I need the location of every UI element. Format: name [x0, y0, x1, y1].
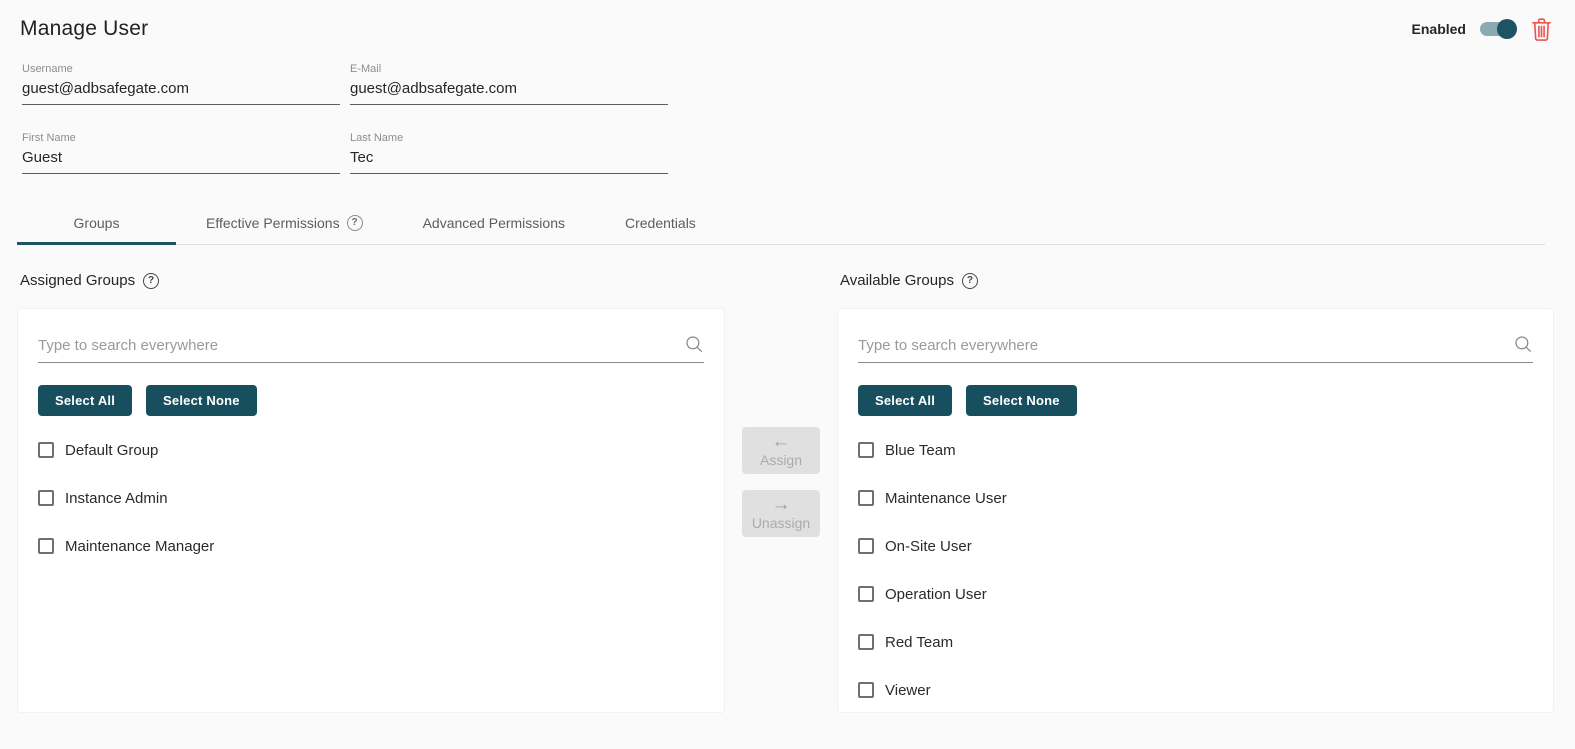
assigned-select-none-button[interactable]: Select None: [146, 385, 257, 416]
tab-credentials-label: Credentials: [625, 215, 696, 231]
checkbox-unchecked-icon[interactable]: [858, 586, 874, 602]
unassign-button-label: Unassign: [752, 515, 810, 532]
assigned-groups-column: Assigned Groups ? Select All Select None…: [17, 272, 725, 713]
page-title: Manage User: [20, 17, 148, 41]
help-icon[interactable]: ?: [962, 273, 978, 289]
tab-groups-label: Groups: [74, 215, 120, 231]
help-icon[interactable]: ?: [143, 273, 159, 289]
group-label: Blue Team: [885, 442, 956, 459]
username-label: Username: [22, 63, 340, 75]
group-row[interactable]: Red Team: [858, 618, 1533, 666]
assign-button-label: Assign: [760, 452, 802, 469]
last-name-field-group: Last Name: [350, 132, 668, 174]
group-row[interactable]: Maintenance User: [858, 474, 1533, 522]
group-row[interactable]: Operation User: [858, 570, 1533, 618]
assigned-groups-header: Assigned Groups ?: [20, 272, 725, 289]
groups-content: Assigned Groups ? Select All Select None…: [0, 245, 1575, 713]
group-row[interactable]: On-Site User: [858, 522, 1533, 570]
group-row[interactable]: Instance Admin: [38, 474, 704, 522]
available-search-row: [858, 331, 1533, 363]
available-groups-list: Blue Team Maintenance User On-Site User: [858, 426, 1533, 713]
available-groups-panel: Select All Select None Blue Team Mainten…: [837, 308, 1554, 713]
tab-advanced-permissions-label: Advanced Permissions: [423, 215, 565, 231]
trash-icon: [1530, 16, 1553, 42]
help-icon[interactable]: ?: [347, 215, 363, 231]
group-label: Default Group: [65, 442, 158, 459]
tab-bar: Groups Effective Permissions ? Advanced …: [17, 203, 1545, 245]
available-select-buttons: Select All Select None: [858, 385, 1533, 416]
available-select-all-button[interactable]: Select All: [858, 385, 952, 416]
checkbox-unchecked-icon[interactable]: [38, 538, 54, 554]
assigned-search-row: [38, 331, 704, 363]
assigned-select-all-button[interactable]: Select All: [38, 385, 132, 416]
arrow-left-icon: ←: [772, 432, 791, 451]
group-label: Maintenance Manager: [65, 538, 214, 555]
checkbox-unchecked-icon[interactable]: [858, 682, 874, 698]
group-label: Operation User: [885, 586, 987, 603]
unassign-button[interactable]: → Unassign: [742, 490, 820, 537]
first-name-field-group: First Name: [22, 132, 340, 174]
enabled-label: Enabled: [1412, 21, 1466, 37]
search-icon: [685, 335, 704, 354]
email-label: E-Mail: [350, 63, 668, 75]
checkbox-unchecked-icon[interactable]: [858, 442, 874, 458]
first-name-input[interactable]: [22, 147, 340, 174]
transfer-actions-column: ← Assign → Unassign: [725, 272, 837, 713]
assigned-groups-title: Assigned Groups: [20, 272, 135, 289]
group-label: Red Team: [885, 634, 953, 651]
checkbox-unchecked-icon[interactable]: [858, 538, 874, 554]
assigned-groups-list: Default Group Instance Admin Maintenance…: [38, 426, 704, 570]
available-search-input[interactable]: [858, 337, 1514, 354]
last-name-input[interactable]: [350, 147, 668, 174]
group-label: Maintenance User: [885, 490, 1007, 507]
group-row[interactable]: Viewer: [858, 666, 1533, 713]
tab-credentials[interactable]: Credentials: [595, 203, 726, 244]
checkbox-unchecked-icon[interactable]: [858, 490, 874, 506]
group-label: On-Site User: [885, 538, 972, 555]
group-row[interactable]: Blue Team: [858, 426, 1533, 474]
group-row[interactable]: Maintenance Manager: [38, 522, 704, 570]
group-row[interactable]: Default Group: [38, 426, 704, 474]
checkbox-unchecked-icon[interactable]: [38, 490, 54, 506]
toggle-knob-icon: [1497, 19, 1517, 39]
email-input[interactable]: [350, 78, 668, 105]
user-form: Username E-Mail First Name Last Name: [0, 42, 1575, 174]
first-name-label: First Name: [22, 132, 340, 144]
tab-effective-permissions[interactable]: Effective Permissions ?: [176, 203, 393, 244]
available-groups-column: Available Groups ? Select All Select Non…: [837, 272, 1554, 713]
tab-groups[interactable]: Groups: [17, 203, 176, 244]
available-groups-title: Available Groups: [840, 272, 954, 289]
tab-advanced-permissions[interactable]: Advanced Permissions: [393, 203, 595, 244]
assigned-select-buttons: Select All Select None: [38, 385, 704, 416]
available-groups-header: Available Groups ?: [840, 272, 1554, 289]
checkbox-unchecked-icon[interactable]: [858, 634, 874, 650]
assign-button[interactable]: ← Assign: [742, 427, 820, 474]
page-header: Manage User Enabled: [0, 0, 1575, 42]
tab-effective-permissions-label: Effective Permissions: [206, 215, 340, 231]
last-name-label: Last Name: [350, 132, 668, 144]
delete-user-button[interactable]: [1530, 16, 1553, 42]
username-input[interactable]: [22, 78, 340, 105]
available-select-none-button[interactable]: Select None: [966, 385, 1077, 416]
arrow-right-icon: →: [772, 495, 791, 514]
checkbox-unchecked-icon[interactable]: [38, 442, 54, 458]
assigned-search-input[interactable]: [38, 337, 685, 354]
group-label: Instance Admin: [65, 490, 168, 507]
group-label: Viewer: [885, 682, 931, 699]
header-controls: Enabled: [1412, 16, 1553, 42]
search-icon: [1514, 335, 1533, 354]
enabled-toggle[interactable]: [1479, 19, 1517, 39]
assigned-groups-panel: Select All Select None Default Group Ins…: [17, 308, 725, 713]
email-field-group: E-Mail: [350, 63, 668, 105]
username-field-group: Username: [22, 63, 340, 105]
